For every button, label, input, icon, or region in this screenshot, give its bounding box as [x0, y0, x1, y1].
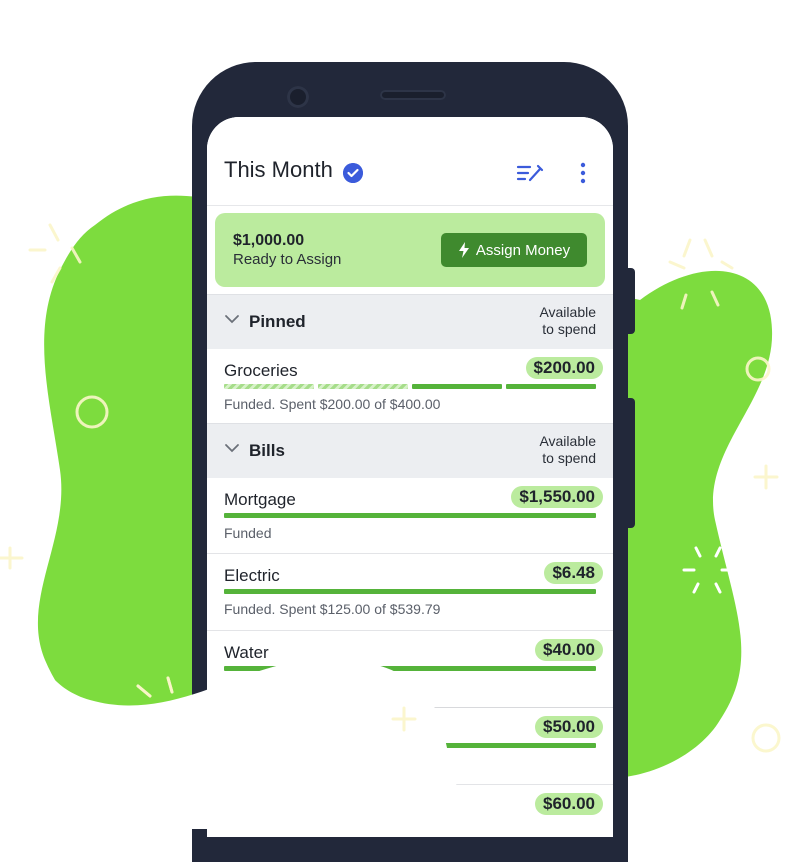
- speaker-grille: [380, 90, 446, 100]
- page-title[interactable]: This Month: [224, 157, 333, 183]
- group-name: Pinned: [249, 312, 306, 331]
- group-header-pinned[interactable]: Pinned Available to spend: [207, 294, 613, 350]
- power-button: [628, 268, 635, 334]
- ready-to-assign-amount: $1,000.00: [233, 232, 305, 249]
- category-row[interactable]: $60.00: [207, 785, 613, 837]
- available-to-spend-label: Available to spend: [539, 433, 596, 466]
- category-name: Electric: [224, 566, 280, 585]
- progress-segment: [318, 384, 408, 389]
- progress-segment: [506, 384, 596, 389]
- ready-to-assign-label: Ready to Assign: [233, 251, 342, 268]
- assign-money-button[interactable]: Assign Money: [441, 233, 587, 267]
- app-screen: This Month $1,000.00 Ready to Assign Ass…: [207, 117, 613, 837]
- category-name: Groceries: [224, 361, 298, 380]
- camera-icon: [287, 86, 309, 108]
- funding-progress-bar: [224, 513, 596, 518]
- available-amount-badge[interactable]: $1,550.00: [511, 486, 603, 508]
- category-row[interactable]: $50.00: [207, 708, 613, 785]
- category-name: Water: [224, 643, 269, 662]
- available-amount-badge[interactable]: $40.00: [535, 639, 603, 661]
- available-amount-badge[interactable]: $60.00: [535, 793, 603, 815]
- lightning-icon: [458, 242, 469, 258]
- category-row-water[interactable]: Water $40.00: [207, 631, 613, 707]
- available-amount-badge[interactable]: $50.00: [535, 716, 603, 738]
- funding-progress-bar: [224, 666, 596, 671]
- progress-segment: [224, 589, 596, 594]
- funding-progress-bar: [224, 743, 596, 748]
- app-bar: This Month: [207, 117, 613, 206]
- category-name: Mortgage: [224, 490, 296, 509]
- funding-progress-bar: [224, 384, 596, 389]
- group-header-bills[interactable]: Bills Available to spend: [207, 423, 613, 479]
- progress-segment: [224, 384, 314, 389]
- available-to-spend-label: Available to spend: [539, 304, 596, 337]
- available-amount-badge[interactable]: $200.00: [525, 357, 603, 379]
- category-status: Funded. Spent $125.00 of $539.79: [224, 601, 441, 617]
- category-status: Funded: [224, 525, 272, 541]
- category-status: Funded. Spent $200.00 of $400.00: [224, 396, 441, 412]
- category-row-groceries[interactable]: Groceries $200.00 Funded. Spent $200.00 …: [207, 349, 613, 424]
- progress-segment: [224, 743, 596, 748]
- group-name: Bills: [249, 441, 285, 460]
- chevron-down-icon[interactable]: [224, 442, 240, 454]
- check-circle-icon[interactable]: [343, 163, 363, 183]
- progress-segment: [412, 384, 502, 389]
- funding-progress-bar: [224, 589, 596, 594]
- category-row-electric[interactable]: Electric $6.48 Funded. Spent $125.00 of …: [207, 554, 613, 631]
- edit-list-icon[interactable]: [516, 161, 544, 185]
- chevron-down-icon[interactable]: [224, 313, 240, 325]
- progress-segment: [224, 666, 596, 671]
- ready-to-assign-card: $1,000.00 Ready to Assign Assign Money: [215, 213, 605, 287]
- assign-money-label: Assign Money: [475, 241, 571, 259]
- category-row-mortgage[interactable]: Mortgage $1,550.00 Funded: [207, 478, 613, 554]
- available-amount-badge[interactable]: $6.48: [544, 562, 603, 584]
- more-vertical-icon[interactable]: [574, 161, 592, 185]
- volume-button: [628, 398, 635, 528]
- progress-segment: [224, 513, 596, 518]
